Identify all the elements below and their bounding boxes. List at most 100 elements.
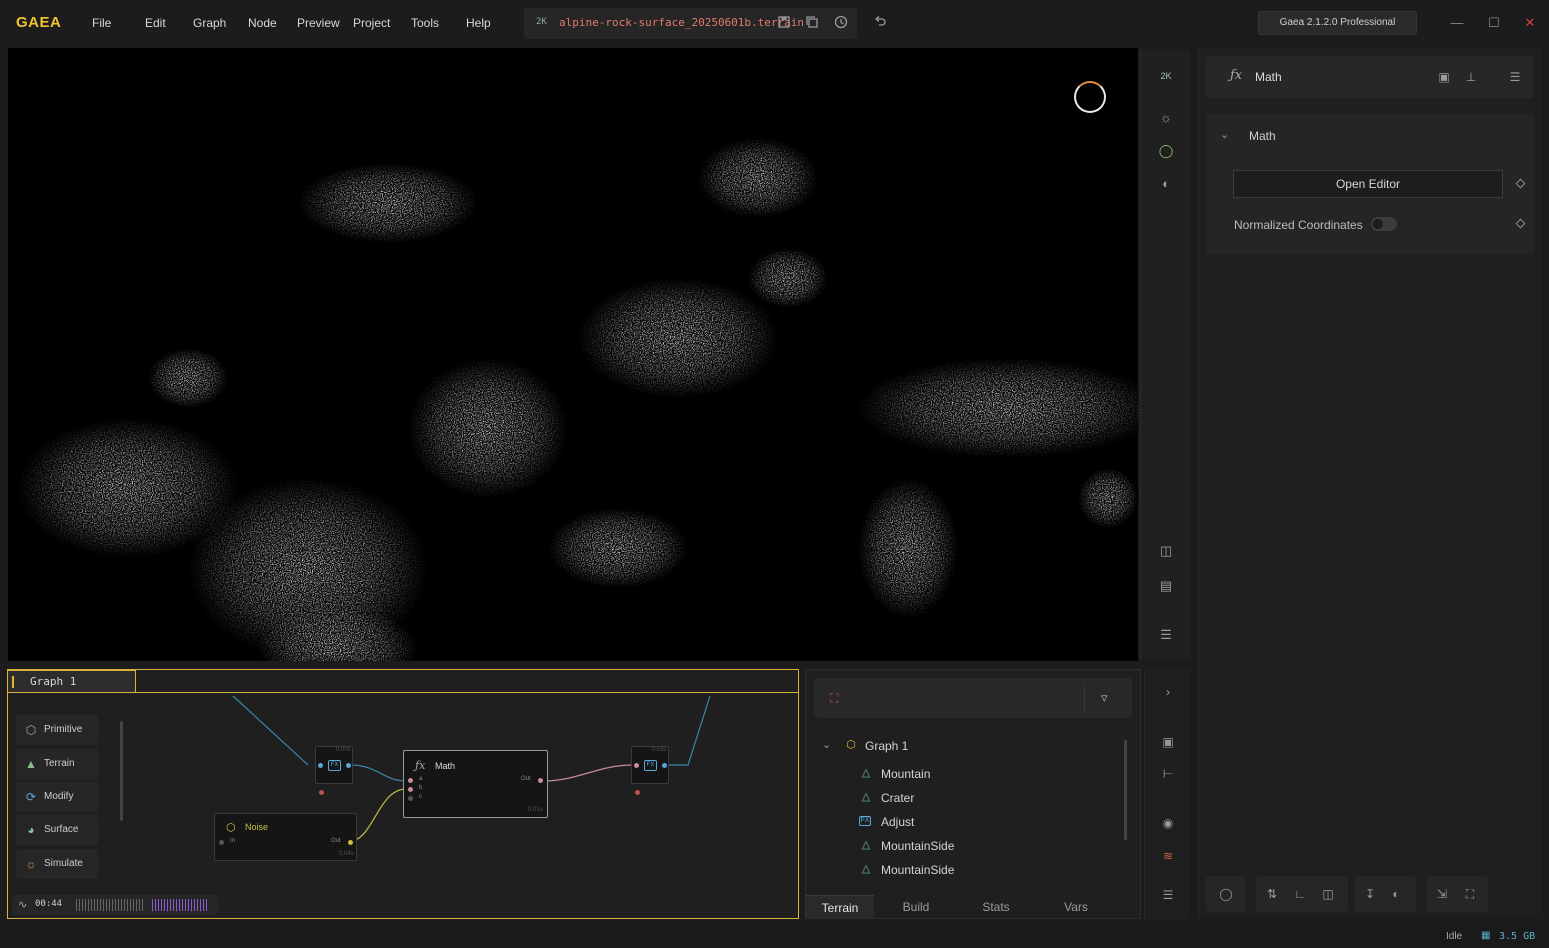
download-icon[interactable]: ↧	[1362, 886, 1378, 902]
tool-terrain[interactable]: ▲ Terrain	[16, 749, 98, 779]
fx-node-2-mask-port[interactable]	[635, 790, 640, 795]
droplet-icon[interactable]: ◉	[1160, 815, 1176, 831]
mountain-icon: △	[861, 839, 871, 851]
tab-graph-1[interactable]: Graph 1	[8, 670, 136, 692]
undo-icon[interactable]	[872, 15, 888, 31]
normalized-keyframe-icon[interactable]	[1515, 218, 1526, 229]
node-link-icon[interactable]: ⊥	[1463, 69, 1479, 85]
menu-graph[interactable]: Graph	[193, 16, 226, 30]
math-input-a-port[interactable]	[408, 778, 413, 783]
fx-node-1-input-port[interactable]	[318, 763, 323, 768]
fx-node-1-output-port[interactable]	[346, 763, 351, 768]
tab-terrain[interactable]: Terrain	[806, 895, 874, 919]
columns-icon[interactable]: ◫	[1320, 886, 1336, 902]
layout-icon[interactable]: ▤	[1156, 576, 1176, 596]
contrast-icon[interactable]: ◐	[1388, 886, 1404, 902]
mountain-icon: △	[861, 863, 871, 875]
math-input-c-port[interactable]	[408, 796, 413, 801]
noise-node[interactable]: ⬡ Noise In Out 0.04s	[214, 813, 357, 861]
section-title[interactable]: Math	[1249, 129, 1276, 143]
save-copy-icon[interactable]	[804, 15, 820, 31]
tree-item-mountainside-2[interactable]: MountainSide	[881, 863, 954, 877]
explorer-toolbar: › ▣ ⊢ ◉ ≋ ☰	[1144, 669, 1190, 919]
tab-stats[interactable]: Stats	[956, 895, 1036, 919]
viewport-menu-icon[interactable]: ☰	[1156, 625, 1176, 645]
menu-edit[interactable]: Edit	[145, 16, 166, 30]
fx-node-1-mask-port[interactable]	[319, 790, 324, 795]
minimize-icon[interactable]: —	[1448, 14, 1466, 32]
normalized-coordinates-toggle[interactable]	[1371, 217, 1397, 231]
fx-node-2-input-port[interactable]	[634, 763, 639, 768]
tree-root-graph-1[interactable]: Graph 1	[865, 739, 908, 753]
noise-output-port[interactable]	[348, 840, 353, 845]
noise-input-port[interactable]	[219, 840, 224, 845]
curve-icon[interactable]: ∟	[1292, 886, 1308, 902]
tree-item-mountainside-1[interactable]: MountainSide	[881, 839, 954, 853]
tree-item-adjust[interactable]: Adjust	[881, 815, 914, 829]
explorer-menu-icon[interactable]: ☰	[1160, 887, 1176, 903]
chevron-down-icon[interactable]: ⌄	[822, 738, 831, 751]
chevron-down-icon[interactable]: ⌄	[1220, 128, 1229, 141]
build-timer: ∿ 00:44	[12, 895, 218, 915]
open-editor-button[interactable]: Open Editor	[1233, 170, 1503, 198]
version-badge[interactable]: Gaea 2.1.2.0 Professional	[1258, 11, 1417, 35]
math-output-port[interactable]	[538, 778, 543, 783]
lighting-icon[interactable]: ☼	[1156, 108, 1176, 128]
graph-tab-marker	[12, 676, 14, 688]
math-node[interactable]: ƒx Math a b c Out 0.01s	[403, 750, 548, 818]
bottom-group-2: ⇅ ∟ ◫	[1256, 876, 1348, 912]
explorer-scrollbar[interactable]	[1124, 740, 1127, 840]
collapse-icon[interactable]: ⇲	[1434, 886, 1450, 902]
maximize-icon[interactable]: ☐	[1485, 14, 1503, 32]
hierarchy-icon[interactable]: ⊢	[1160, 766, 1176, 782]
graph-canvas[interactable]: ⬡ Primitive ▲ Terrain ⟳ Modify ◕ Surface…	[8, 692, 798, 918]
tool-simulate[interactable]: ☼ Simulate	[16, 849, 98, 879]
shading-icon[interactable]: ◐	[1156, 174, 1176, 194]
tool-primitive[interactable]: ⬡ Primitive	[16, 715, 98, 745]
add-node-icon[interactable]: ◯	[1218, 886, 1234, 902]
menu-tools[interactable]: Tools	[411, 16, 439, 30]
open-editor-keyframe-icon[interactable]	[1515, 178, 1526, 189]
menu-help[interactable]: Help	[466, 16, 491, 30]
split-view-icon[interactable]: ◫	[1156, 541, 1176, 561]
fx-node-2-output-port[interactable]	[662, 763, 667, 768]
menu-file[interactable]: File	[92, 16, 111, 30]
bookmark-icon[interactable]: ▣	[1160, 734, 1176, 750]
properties-menu-icon[interactable]: ☰	[1507, 69, 1523, 85]
chevron-right-icon[interactable]: ›	[1160, 684, 1176, 700]
tool-surface[interactable]: ◕ Surface	[16, 815, 98, 845]
fx-node-1[interactable]: 0.00s FX	[315, 746, 353, 784]
menu-node[interactable]: Node	[248, 16, 277, 30]
history-icon[interactable]	[833, 15, 849, 31]
gaea-window: GAEA File Edit Graph Node Preview Projec…	[0, 0, 1549, 948]
bottom-group-4: ⇲ ⛶	[1426, 876, 1488, 912]
erosion-icon[interactable]: ≋	[1160, 848, 1176, 864]
resolution-toggle[interactable]: 2K	[1156, 66, 1176, 86]
tree-item-crater[interactable]: Crater	[881, 791, 914, 805]
pin-panel-icon[interactable]: ▣	[1436, 69, 1452, 85]
node-name[interactable]: Math	[1255, 70, 1282, 84]
sort-icon[interactable]: ⇅	[1264, 886, 1280, 902]
tools-scrollbar[interactable]	[120, 721, 123, 821]
close-icon[interactable]: ✕	[1521, 14, 1539, 32]
menu-preview[interactable]: Preview	[297, 16, 340, 30]
preview-sphere-icon[interactable]: ◯	[1156, 141, 1176, 161]
fx-icon-2: FX	[644, 760, 657, 771]
fx-node-2[interactable]: 0.03s FX	[631, 746, 669, 784]
math-input-b-port[interactable]	[408, 787, 413, 792]
save-icon[interactable]	[776, 15, 792, 31]
tab-build[interactable]: Build	[876, 895, 956, 919]
mountain-icon: △	[861, 791, 871, 803]
app-logo: GAEA	[16, 14, 62, 31]
terrain-viewport[interactable]	[8, 48, 1138, 661]
file-name[interactable]: alpine-rock-surface_20250601b.terrain	[559, 16, 804, 29]
tab-vars[interactable]: Vars	[1036, 895, 1116, 919]
tool-modify[interactable]: ⟳ Modify	[16, 782, 98, 812]
fullscreen-icon[interactable]: ⛶	[1462, 886, 1478, 902]
status-state: Idle	[1446, 931, 1463, 942]
filter-icon[interactable]: ▿	[1101, 690, 1108, 706]
menu-project[interactable]: Project	[353, 16, 390, 30]
tree-item-mountain[interactable]: Mountain	[881, 767, 930, 781]
explorer-search[interactable]: ⛶ ▿	[814, 678, 1132, 718]
focus-icon[interactable]: ⛶	[830, 691, 838, 706]
